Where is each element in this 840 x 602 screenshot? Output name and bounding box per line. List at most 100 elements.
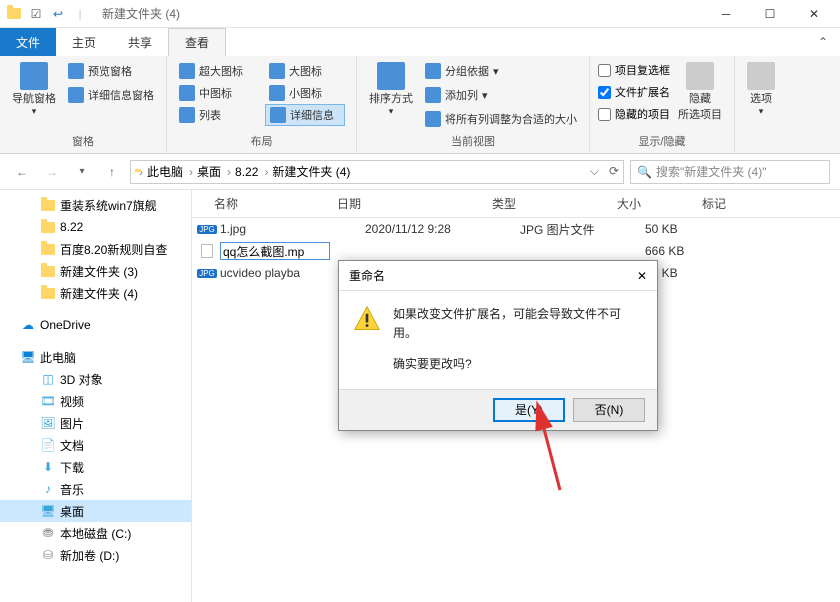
onedrive-icon: ☁ (20, 317, 36, 333)
tree-pc-desktop[interactable]: 🖥桌面 (0, 500, 191, 522)
tree-pc-item[interactable]: ⛃本地磁盘 (C:) (0, 522, 191, 544)
file-row[interactable]: JPG 1.jpg 2020/11/12 9:28 JPG 图片文件 50 KB (192, 218, 840, 240)
jpg-icon: JPG (197, 269, 217, 278)
tree-quick-item[interactable]: 新建文件夹 (4) (0, 282, 191, 304)
details-pane-button[interactable]: 详细信息窗格 (64, 84, 158, 106)
hide-selected-button[interactable]: 隐藏 所选项目 (674, 60, 726, 124)
folder-icon (4, 4, 24, 24)
search-placeholder: 搜索"新建文件夹 (4)" (656, 163, 767, 180)
preview-pane-button[interactable]: 预览窗格 (64, 60, 158, 82)
ribbon-tabs: 文件 主页 共享 查看 ⌃ (0, 28, 840, 56)
col-date[interactable]: 日期 (337, 195, 492, 212)
large-icon (269, 63, 285, 79)
sort-button[interactable]: 排序方式 ▾ (365, 60, 417, 119)
tree-pc-item[interactable]: ⛁新加卷 (D:) (0, 544, 191, 566)
qat-undo-icon[interactable]: ↩ (48, 4, 68, 24)
small-icon (269, 85, 285, 101)
crumb-822[interactable]: 8.22 (235, 165, 268, 179)
groupby-button[interactable]: 分组依据 ▾ (421, 60, 581, 82)
recent-dropdown[interactable]: ▾ (70, 160, 94, 184)
checkbox-hidden[interactable]: 隐藏的项目 (598, 104, 670, 124)
dialog-line2: 确实要更改吗? (393, 355, 643, 374)
layout-xlarge[interactable]: 超大图标 (175, 60, 265, 82)
address-bar[interactable]: › 此电脑 桌面 8.22 新建文件夹 (4) ⌵ ⟳ (130, 160, 624, 184)
maximize-button[interactable]: ☐ (748, 0, 792, 28)
layout-details[interactable]: 详细信息 (265, 104, 345, 126)
search-icon: 🔍 (637, 165, 652, 179)
rename-input[interactable] (220, 242, 330, 260)
dialog-close-icon[interactable]: ✕ (637, 269, 647, 283)
ribbon-collapse-icon[interactable]: ⌃ (806, 28, 840, 56)
column-headers: 名称 日期 类型 大小 标记 (192, 190, 840, 218)
checkbox-extensions[interactable]: 文件扩展名 (598, 82, 670, 102)
layout-list[interactable]: 列表 (175, 104, 265, 126)
col-tag[interactable]: 标记 (702, 195, 840, 212)
col-size[interactable]: 大小 (617, 195, 702, 212)
tree-pc-item[interactable]: ♪音乐 (0, 478, 191, 500)
nav-tree: 重装系统win7旗舰 8.22 百度8.20新规则自查 新建文件夹 (3) 新建… (0, 190, 192, 602)
tab-file[interactable]: 文件 (0, 28, 56, 56)
preview-pane-icon (68, 63, 84, 79)
dialog-no-button[interactable]: 否(N) (573, 398, 645, 422)
layout-large[interactable]: 大图标 (265, 60, 345, 82)
groupby-icon (425, 63, 441, 79)
tab-share[interactable]: 共享 (112, 28, 168, 56)
window-titlebar: ☑ ↩ | 新建文件夹 (4) ─ ☐ ✕ (0, 0, 840, 28)
forward-button[interactable]: → (40, 160, 64, 184)
jpg-icon: JPG (197, 225, 217, 234)
showhide-group-label: 显示/隐藏 (598, 133, 726, 149)
tree-quick-item[interactable]: 百度8.20新规则自查 (0, 238, 191, 260)
tree-pc-item[interactable]: 📄文档 (0, 434, 191, 456)
tree-pc-item[interactable]: 🎞视频 (0, 390, 191, 412)
dialog-title: 重命名 (349, 267, 385, 284)
panes-group-label: 窗格 (8, 133, 158, 149)
crumb-current[interactable]: 新建文件夹 (4) (272, 163, 356, 180)
search-box[interactable]: 🔍 搜索"新建文件夹 (4)" (630, 160, 830, 184)
tree-thispc[interactable]: 🖥此电脑 (0, 346, 191, 368)
options-icon (747, 62, 775, 90)
warning-icon (353, 305, 381, 333)
tree-pc-item[interactable]: ◫3D 对象 (0, 368, 191, 390)
tree-quick-item[interactable]: 新建文件夹 (3) (0, 260, 191, 282)
close-button[interactable]: ✕ (792, 0, 836, 28)
layout-medium[interactable]: 中图标 (175, 82, 265, 104)
nav-pane-button[interactable]: 导航窗格 ▾ (8, 60, 60, 119)
back-button[interactable]: ← (10, 160, 34, 184)
navbar: ← → ▾ ↑ › 此电脑 桌面 8.22 新建文件夹 (4) ⌵ ⟳ 🔍 搜索… (0, 154, 840, 190)
xlarge-icon (179, 63, 195, 79)
layout-small[interactable]: 小图标 (265, 82, 345, 104)
tab-view[interactable]: 查看 (168, 28, 226, 56)
tree-pc-item[interactable]: ⬇下载 (0, 456, 191, 478)
rename-dialog: 重命名 ✕ 如果改变文件扩展名，可能会导致文件不可用。 确实要更改吗? 是(Y)… (338, 260, 658, 431)
options-button[interactable]: 选项 ▾ (743, 60, 779, 119)
col-type[interactable]: 类型 (492, 195, 617, 212)
nav-pane-label: 导航窗格 (12, 90, 56, 106)
crumb-desktop[interactable]: 桌面 (197, 163, 231, 180)
qat-checkbox-icon[interactable]: ☑ (26, 4, 46, 24)
currentview-group-label: 当前视图 (365, 133, 581, 149)
ribbon: 导航窗格 ▾ 预览窗格 详细信息窗格 窗格 超大图标 大图标 中图标 小图标 列… (0, 56, 840, 154)
tree-pc-item[interactable]: 🖼图片 (0, 412, 191, 434)
checkbox-item-boxes[interactable]: 项目复选框 (598, 60, 670, 80)
list-icon (179, 107, 195, 123)
dialog-line1: 如果改变文件扩展名，可能会导致文件不可用。 (393, 305, 643, 343)
autosize-icon (425, 111, 441, 127)
addressbar-dropdown-icon[interactable]: ⌵ (590, 164, 599, 179)
up-button[interactable]: ↑ (100, 160, 124, 184)
addcol-icon (425, 87, 441, 103)
col-name[interactable]: 名称 (192, 195, 337, 212)
tree-quick-item[interactable]: 8.22 (0, 216, 191, 238)
tree-quick-item[interactable]: 重装系统win7旗舰 (0, 194, 191, 216)
details-icon (270, 107, 286, 123)
nav-pane-icon (20, 62, 48, 90)
window-title: 新建文件夹 (4) (102, 5, 180, 22)
refresh-icon[interactable]: ⟳ (609, 164, 619, 179)
tab-home[interactable]: 主页 (56, 28, 112, 56)
dialog-yes-button[interactable]: 是(Y) (493, 398, 565, 422)
file-row-renaming[interactable]: 666 KB (192, 240, 840, 262)
addcol-button[interactable]: 添加列 ▾ (421, 84, 581, 106)
tree-onedrive[interactable]: ☁OneDrive (0, 314, 191, 336)
crumb-thispc[interactable]: 此电脑 (147, 163, 193, 180)
autosize-button[interactable]: 将所有列调整为合适的大小 (421, 108, 581, 130)
minimize-button[interactable]: ─ (704, 0, 748, 28)
